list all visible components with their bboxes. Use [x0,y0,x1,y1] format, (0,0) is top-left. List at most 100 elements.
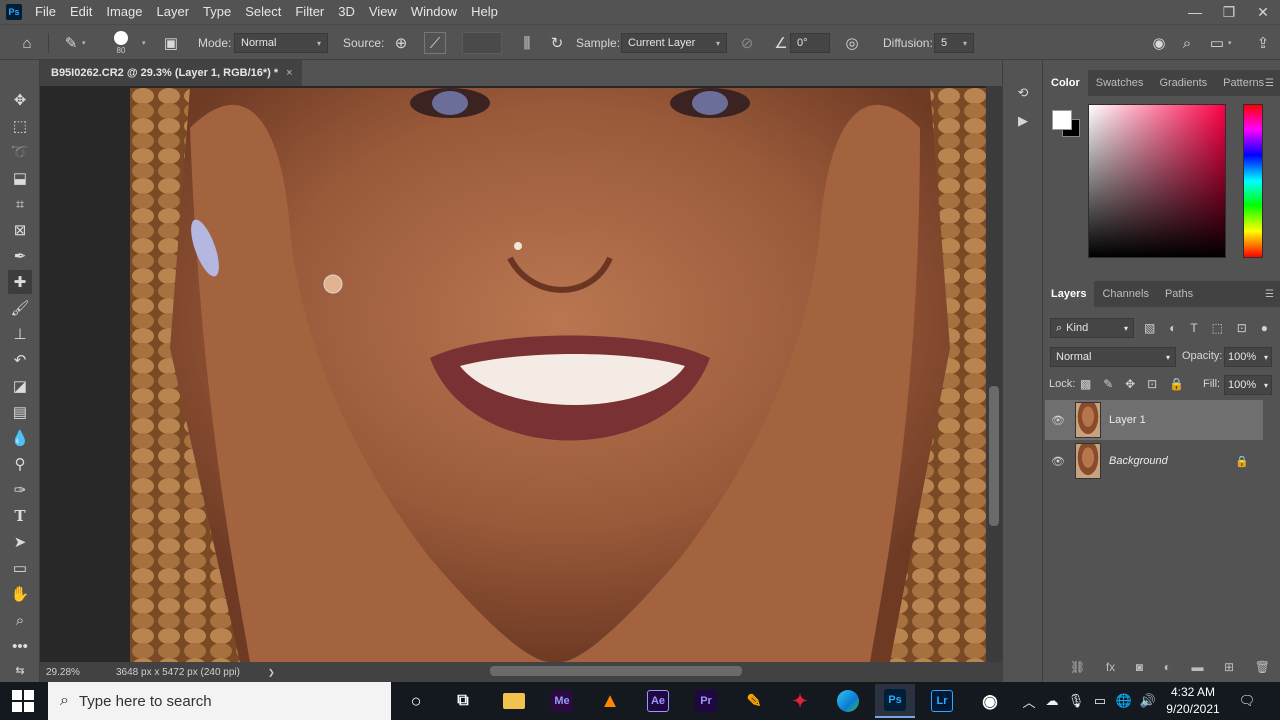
clone-source-icon[interactable]: ↻ [546,32,568,54]
marquee-tool-icon[interactable]: ⬚ [8,114,32,138]
new-group-icon[interactable]: ▬ [1191,660,1203,674]
game-icon[interactable]: ✦ [780,684,820,718]
windows-start-icon[interactable] [12,690,34,712]
tab-color[interactable]: Color [1043,70,1088,96]
adjustment-layer-icon[interactable]: ◐ [1164,660,1171,674]
color-panel-menu-icon[interactable]: ☰ [1265,70,1274,96]
layer-style-icon[interactable]: fx [1106,660,1115,674]
pen-tool-icon[interactable]: ✑ [8,478,32,502]
filter-type-icon[interactable]: T [1190,321,1197,335]
menu-type[interactable]: Type [196,0,238,24]
microphone-icon[interactable]: 🎙 [1065,690,1087,712]
tab-swatches[interactable]: Swatches [1088,70,1152,96]
lock-transparent-icon[interactable]: ▩ [1080,377,1091,391]
notifications-icon[interactable]: 🗨 [1236,690,1258,712]
lasso-tool-icon[interactable]: ➰ [8,140,32,164]
layers-panel-menu-icon[interactable]: ☰ [1265,281,1274,307]
add-mask-icon[interactable]: ◙ [1136,660,1143,674]
document-tab[interactable]: B95I0262.CR2 @ 29.3% (Layer 1, RGB/16*) … [40,60,302,86]
brush-size-preview-icon[interactable] [114,31,128,45]
pattern-swatch[interactable] [462,32,502,54]
menu-3d[interactable]: 3D [331,0,362,24]
fl-studio-icon[interactable]: ✎ [734,684,774,718]
restore-button[interactable]: ❐ [1212,0,1246,24]
menu-help[interactable]: Help [464,0,505,24]
tab-layers[interactable]: Layers [1043,281,1095,307]
volume-icon[interactable]: 🔊 [1137,690,1159,712]
menu-select[interactable]: Select [238,0,288,24]
menu-edit[interactable]: Edit [63,0,99,24]
layer-lock-icon[interactable]: 🔒 [1235,455,1249,468]
tab-gradients[interactable]: Gradients [1151,70,1215,96]
tab-patterns[interactable]: Patterns [1215,70,1272,96]
delete-layer-icon[interactable]: 🗑 [1255,660,1270,674]
edge-icon[interactable] [828,684,868,718]
brush-picker-chevron-icon[interactable]: ▾ [142,39,146,47]
workspace-icon[interactable]: ▭ [1206,32,1228,54]
move-tool-icon[interactable]: ✥ [8,88,32,112]
vertical-scrollbar-thumb[interactable] [989,386,999,526]
ignore-adjustment-layers-icon[interactable]: ⊘ [736,32,758,54]
share-icon[interactable]: ⇪ [1252,32,1274,54]
filter-shape-icon[interactable]: ⬚ [1212,321,1223,335]
brush-settings-icon[interactable]: ▣ [160,32,182,54]
crop-tool-icon[interactable]: ⌗ [8,192,32,216]
taskbar-clock[interactable]: 4:32 AM 9/20/2021 [1158,683,1228,719]
healing-brush-tool-icon[interactable]: ✚ [8,270,32,294]
filter-toggle-icon[interactable]: ● [1261,321,1268,335]
layer-row-layer-1[interactable]: 👁 Layer 1 [1045,400,1263,440]
search-icon[interactable]: ⌕ [1176,32,1198,54]
path-selection-tool-icon[interactable]: ➤ [8,530,32,554]
lock-position-icon[interactable]: ✥ [1125,377,1135,391]
blur-tool-icon[interactable]: 💧 [8,426,32,450]
filter-smart-object-icon[interactable]: ⊡ [1237,321,1247,335]
hue-slider[interactable] [1243,104,1263,258]
brush-tool-icon[interactable]: 🖌 [8,296,32,320]
eyedropper-tool-icon[interactable]: ✒ [8,244,32,268]
edit-toolbar-icon[interactable]: ••• [8,634,32,658]
layer-filter-select[interactable]: ⌕ Kind ▾ [1050,318,1134,338]
filter-adjustment-icon[interactable]: ◐ [1169,321,1176,335]
source-sampled-icon[interactable]: ⊕ [390,32,412,54]
cortana-icon[interactable]: ○ [396,684,436,718]
dodge-tool-icon[interactable]: ⚲ [8,452,32,476]
vlc-icon[interactable]: ▲ [590,684,630,718]
tab-paths[interactable]: Paths [1157,281,1201,307]
show-hidden-icons-icon[interactable]: ︿ [1018,690,1040,712]
close-document-icon[interactable]: × [286,67,292,79]
taskbar-app-media-encoder[interactable]: Me [542,684,582,718]
lock-all-icon[interactable]: 🔒 [1169,377,1184,391]
pressure-size-icon[interactable]: ◎ [841,32,863,54]
horizontal-scrollbar-thumb[interactable] [490,666,742,676]
menu-filter[interactable]: Filter [288,0,331,24]
vertical-scrollbar[interactable] [986,86,1002,662]
rectangle-tool-icon[interactable]: ▭ [8,556,32,580]
status-arrow-icon[interactable]: ❯ [268,668,275,677]
obs-icon[interactable]: ◉ [970,684,1010,718]
zoom-tool-icon[interactable]: ⌕ [8,608,32,632]
color-picker-field[interactable] [1088,104,1226,258]
menu-window[interactable]: Window [404,0,464,24]
taskbar-app-lightroom[interactable]: Lr [922,684,962,718]
taskbar-search-box[interactable]: ⌕ Type here to search [48,682,391,720]
sample-select[interactable]: Current Layer ▾ [621,33,727,53]
share-feedback-icon[interactable]: ◉ [1148,32,1170,54]
history-brush-tool-icon[interactable]: ↶ [8,348,32,372]
object-selection-tool-icon[interactable]: ⬓ [8,166,32,190]
hand-tool-icon[interactable]: ✋ [8,582,32,606]
home-icon[interactable]: ⌂ [16,32,38,54]
angle-input[interactable]: 0° [790,33,830,53]
healing-brush-preset-icon[interactable]: ✎ [60,32,82,54]
source-pattern-icon[interactable]: ⟋ [424,32,446,54]
tab-channels[interactable]: Channels [1094,281,1156,307]
task-view-icon[interactable]: ⧉ [443,684,483,718]
blend-mode-select[interactable]: Normal ▾ [1050,347,1176,367]
photo-canvas[interactable] [130,88,986,662]
lock-image-icon[interactable]: ✎ [1103,377,1113,391]
language-icon[interactable]: 🌐 [1113,690,1135,712]
menu-view[interactable]: View [362,0,404,24]
foreground-color-swatch-front[interactable] [1052,110,1072,130]
aligned-icon[interactable]: ⫼ [516,32,538,54]
frame-tool-icon[interactable]: ⊠ [8,218,32,242]
fill-input[interactable]: 100% ▾ [1224,375,1272,395]
